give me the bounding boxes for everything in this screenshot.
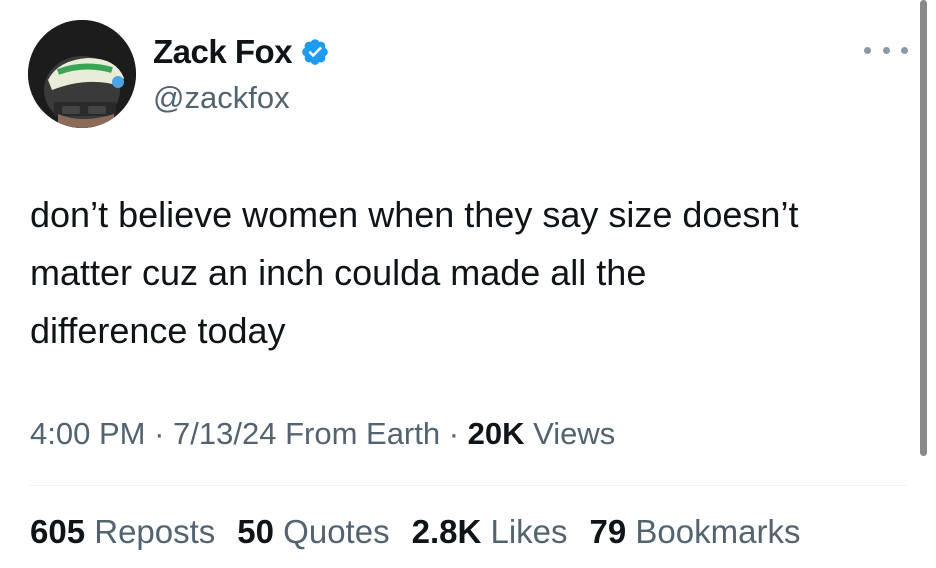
quotes-count: 50 [237, 513, 275, 550]
meta-separator: · [440, 416, 468, 451]
likes-label: Likes [481, 513, 568, 550]
avatar[interactable] [28, 20, 136, 128]
views-label: Views [524, 416, 616, 451]
more-options-icon[interactable] [864, 38, 908, 62]
tweet-text: don’t believe women when they say size d… [30, 194, 799, 351]
reposts-count: 605 [30, 513, 86, 550]
likes-stat[interactable]: 2.8K Likes [412, 513, 568, 551]
bookmarks-stat[interactable]: 79 Bookmarks [590, 513, 801, 551]
quotes-label: Quotes [274, 513, 390, 550]
tweet-date[interactable]: 7/13/24 [173, 416, 276, 451]
scrollbar[interactable] [920, 0, 927, 456]
tweet-time[interactable]: 4:00 PM [30, 416, 145, 451]
more-dot [882, 46, 890, 54]
author-name[interactable]: Zack Fox [153, 33, 293, 71]
avatar-image [28, 20, 136, 128]
reposts-stat[interactable]: 605 Reposts [30, 513, 215, 551]
likes-count: 2.8K [411, 513, 482, 550]
author-handle[interactable]: @zackfox [153, 80, 290, 116]
bookmarks-label: Bookmarks [626, 513, 801, 550]
views-count: 20K [467, 416, 525, 451]
more-dot [864, 46, 871, 54]
meta-separator: · [145, 416, 174, 451]
bookmarks-count: 79 [589, 513, 627, 550]
reposts-label: Reposts [85, 513, 216, 550]
more-dot [901, 46, 908, 54]
tweet-meta: 4:00 PM · 7/13/24 From Earth · 20K Views [30, 416, 615, 452]
verified-badge-icon [302, 39, 328, 65]
divider [30, 485, 906, 486]
quotes-stat[interactable]: 50 Quotes [237, 513, 389, 551]
author-name-row[interactable]: Zack Fox [153, 33, 330, 71]
tweet-source: From Earth [285, 416, 441, 451]
engagement-stats: 605 Reposts 50 Quotes 2.8K Likes 79 Book… [30, 513, 800, 551]
